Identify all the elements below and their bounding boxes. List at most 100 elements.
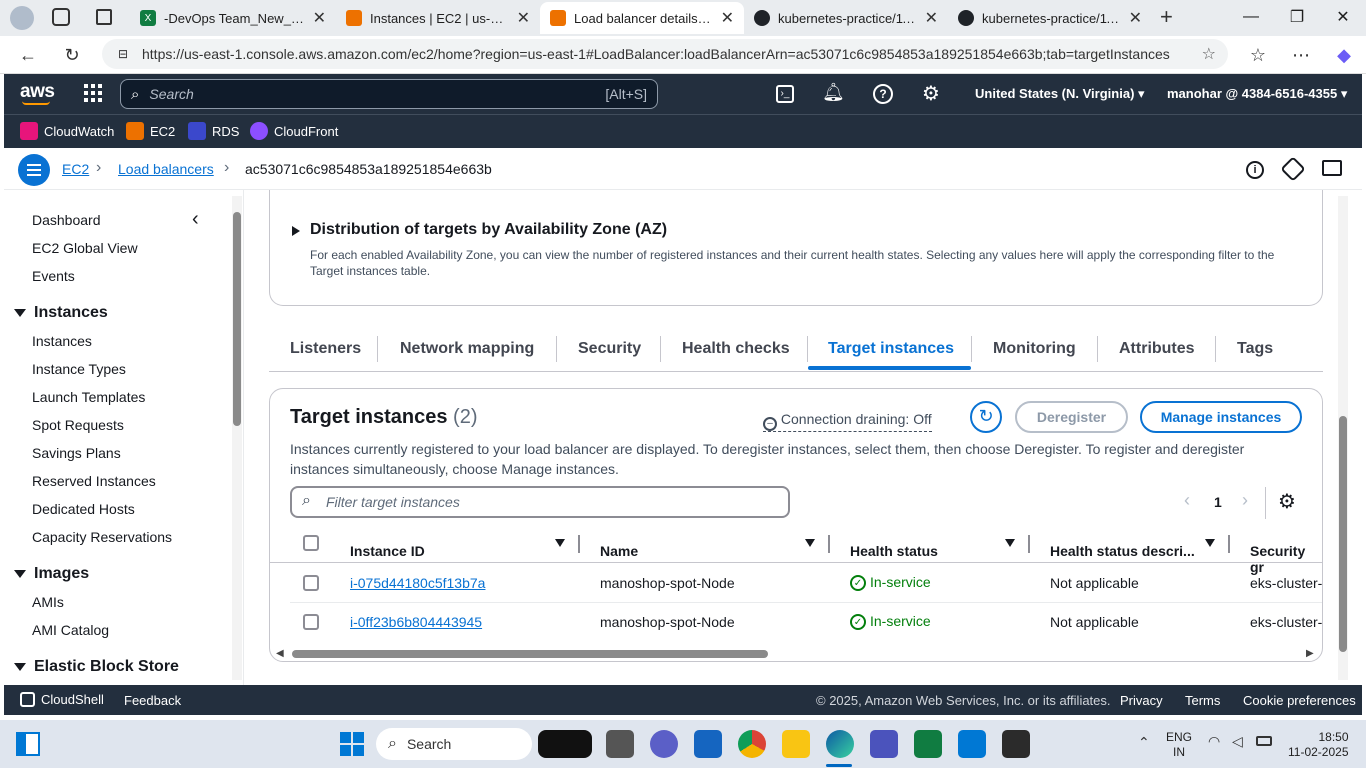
sort-icon[interactable] — [1205, 539, 1215, 547]
close-tab-icon[interactable]: ✕ — [925, 8, 938, 28]
az-section-title[interactable]: Distribution of targets by Availability … — [310, 221, 667, 239]
feedback-panel-icon[interactable] — [1322, 160, 1342, 176]
deregister-button[interactable]: Deregister — [1015, 401, 1128, 433]
chevron-up-icon[interactable]: ⌃ — [1138, 734, 1150, 751]
profile-avatar[interactable] — [10, 6, 34, 30]
minimize-icon[interactable]: — — [1228, 0, 1274, 34]
wifi-icon[interactable]: ◠ — [1208, 733, 1220, 750]
page-number[interactable]: 1 — [1214, 494, 1222, 510]
col-instance-id[interactable]: Instance ID — [350, 543, 425, 559]
next-page-icon[interactable]: › — [1242, 490, 1248, 511]
sidebar-item-instance-types[interactable]: Instance Types — [32, 361, 126, 377]
scroll-right-icon[interactable]: ▶ — [1306, 648, 1314, 659]
favorites-icon[interactable]: ☆ — [1244, 41, 1272, 69]
reload-icon[interactable]: ↻ — [58, 41, 86, 69]
browser-tab-4[interactable]: kubernetes-practice/11-02 ✕ — [744, 2, 948, 34]
store-icon[interactable] — [694, 730, 722, 758]
copilot-taskbar-icon[interactable] — [538, 730, 592, 758]
refresh-icon[interactable]: ↻ — [970, 401, 1002, 433]
sidebar-section-images[interactable]: Images — [14, 565, 89, 583]
sort-icon[interactable] — [1005, 539, 1015, 547]
settings-gear-icon[interactable]: ⚙ — [922, 81, 940, 106]
sidebar-scroll-thumb[interactable] — [233, 212, 241, 426]
col-health-status-description[interactable]: Health status descri... — [1050, 543, 1195, 559]
terminal-app-icon[interactable] — [1002, 730, 1030, 758]
aws-search-input[interactable]: ⌕ Search [Alt+S] — [120, 79, 658, 109]
tutorial-icon[interactable] — [1280, 156, 1306, 182]
browser-tab-2[interactable]: Instances | EC2 | us-east-1 ✕ — [336, 2, 540, 34]
horizontal-scroll-thumb[interactable] — [292, 650, 768, 658]
cloudshell-button[interactable]: CloudShell — [20, 692, 104, 707]
sidebar-section-ebs[interactable]: Elastic Block Store — [14, 658, 179, 676]
favorite-cloudwatch[interactable]: CloudWatch — [20, 122, 114, 140]
clock[interactable]: 18:50 11-02-2025 — [1288, 730, 1349, 760]
sidebar-item-events[interactable]: Events — [32, 268, 75, 284]
sidebar-item-ami-catalog[interactable]: AMI Catalog — [32, 622, 109, 638]
tab-listeners[interactable]: Listeners — [290, 340, 361, 358]
vscode-icon[interactable] — [958, 730, 986, 758]
info-icon[interactable]: i — [1246, 161, 1264, 179]
help-icon[interactable]: ? — [873, 84, 893, 104]
tab-attributes[interactable]: Attributes — [1119, 340, 1195, 358]
breadcrumb-ec2[interactable]: EC2 — [62, 161, 89, 177]
widgets-icon[interactable] — [16, 732, 40, 756]
caret-right-icon[interactable] — [292, 226, 300, 236]
column-resizer[interactable] — [1228, 535, 1230, 553]
row-checkbox[interactable] — [303, 614, 319, 630]
connection-draining-status[interactable]: – Connection draining: Off — [763, 411, 932, 432]
browser-tab-3-active[interactable]: Load balancer details | EC2 ✕ — [540, 2, 744, 34]
table-settings-gear-icon[interactable]: ⚙ — [1278, 489, 1296, 514]
terms-link[interactable]: Terms — [1185, 693, 1220, 708]
services-grid-icon[interactable] — [84, 84, 102, 102]
close-window-icon[interactable]: ✕ — [1320, 0, 1366, 34]
close-tab-icon[interactable]: ✕ — [1129, 8, 1142, 28]
close-tab-icon[interactable]: ✕ — [313, 8, 326, 28]
col-name[interactable]: Name — [600, 543, 638, 559]
main-scrollbar[interactable] — [1338, 196, 1348, 680]
copilot-icon[interactable]: ◆ — [1330, 41, 1358, 69]
region-selector[interactable]: United States (N. Virginia) ▾ — [975, 86, 1145, 102]
account-menu[interactable]: manohar @ 4384-6516-4355 ▾ — [1167, 86, 1347, 102]
prev-page-icon[interactable]: ‹ — [1184, 490, 1190, 511]
favorite-star-icon[interactable]: ☆ — [1202, 44, 1216, 64]
back-icon[interactable]: ← — [14, 41, 42, 69]
maximize-icon[interactable]: ❐ — [1274, 0, 1320, 34]
privacy-link[interactable]: Privacy — [1120, 693, 1163, 708]
sidebar-scrollbar[interactable] — [232, 196, 242, 680]
more-menu-icon[interactable]: ⋯ — [1287, 41, 1315, 69]
hamburger-menu-icon[interactable] — [18, 154, 50, 186]
sidebar-item-dashboard[interactable]: Dashboard — [32, 212, 101, 228]
tab-health-checks[interactable]: Health checks — [682, 340, 790, 358]
new-tab-button[interactable]: + — [1160, 4, 1173, 30]
teams-icon[interactable] — [870, 730, 898, 758]
favorite-ec2[interactable]: EC2 — [126, 122, 175, 140]
column-resizer[interactable] — [578, 535, 580, 553]
chrome-icon[interactable] — [738, 730, 766, 758]
notifications-bell-icon[interactable]: 🔔︎ — [822, 82, 845, 103]
aws-logo[interactable]: aws — [20, 81, 55, 103]
breadcrumb-load-balancers[interactable]: Load balancers — [118, 161, 214, 177]
sidebar-item-global-view[interactable]: EC2 Global View — [32, 240, 138, 256]
tab-monitoring[interactable]: Monitoring — [993, 340, 1076, 358]
sort-icon[interactable] — [555, 539, 565, 547]
sidebar-item-savings-plans[interactable]: Savings Plans — [32, 445, 121, 461]
sidebar-item-capacity-reservations[interactable]: Capacity Reservations — [32, 529, 172, 545]
filter-input[interactable]: ⌕ Filter target instances — [290, 486, 790, 518]
sort-icon[interactable] — [805, 539, 815, 547]
sidebar-item-spot-requests[interactable]: Spot Requests — [32, 417, 124, 433]
taskbar-search-input[interactable]: ⌕ Search — [376, 728, 532, 760]
main-scroll-thumb[interactable] — [1339, 416, 1347, 652]
manage-instances-button[interactable]: Manage instances — [1140, 401, 1302, 433]
sidebar-item-amis[interactable]: AMIs — [32, 594, 64, 610]
tab-tags[interactable]: Tags — [1237, 340, 1273, 358]
browser-tab-1[interactable]: X -DevOps Team_New_Work ✕ — [130, 2, 336, 34]
language-indicator[interactable]: ENG IN — [1166, 730, 1192, 760]
tab-security[interactable]: Security — [578, 340, 641, 358]
close-tab-icon[interactable]: ✕ — [721, 8, 734, 28]
sidebar-item-dedicated-hosts[interactable]: Dedicated Hosts — [32, 501, 135, 517]
sidebar-section-instances[interactable]: Instances — [14, 304, 108, 322]
browser-tab-5[interactable]: kubernetes-practice/11-02 ✕ — [948, 2, 1152, 34]
close-tab-icon[interactable]: ✕ — [517, 8, 530, 28]
instance-id-link[interactable]: i-075d44180c5f13b7a — [350, 575, 485, 591]
battery-icon[interactable] — [1256, 736, 1272, 746]
